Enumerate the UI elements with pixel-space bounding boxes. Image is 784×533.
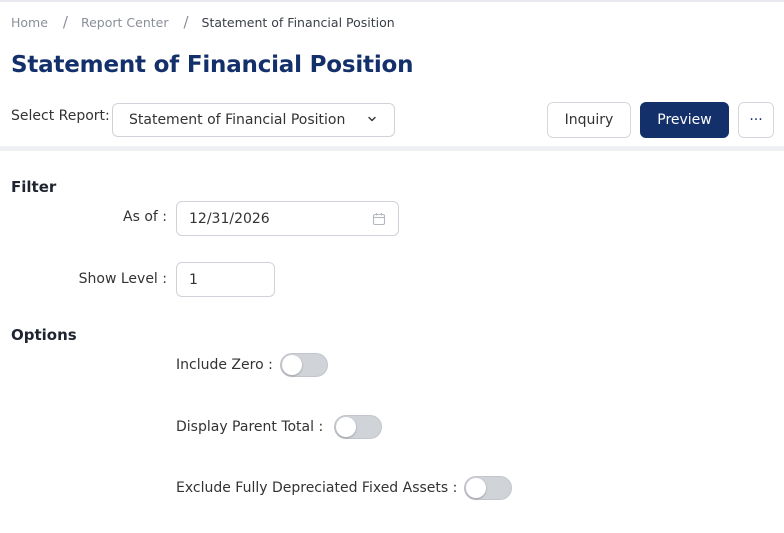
filter-section-title: Filter <box>11 178 57 196</box>
page-title: Statement of Financial Position <box>11 52 414 78</box>
breadcrumb: Home / Report Center / Statement of Fina… <box>11 13 395 31</box>
breadcrumb-separator: / <box>183 13 189 31</box>
chevron-down-icon <box>368 116 376 122</box>
select-report-label: Select Report: <box>11 108 110 124</box>
breadcrumb-current: Statement of Financial Position <box>201 14 395 30</box>
exclude-fixed-assets-toggle[interactable] <box>464 476 512 500</box>
as-of-date-input[interactable]: 12/31/2026 <box>176 201 399 236</box>
exclude-fixed-assets-label: Exclude Fully Depreciated Fixed Assets : <box>176 480 458 496</box>
inquiry-button[interactable]: Inquiry <box>547 102 631 138</box>
include-zero-label: Include Zero : <box>176 357 273 373</box>
display-parent-total-toggle[interactable] <box>334 415 382 439</box>
more-icon: ··· <box>749 112 763 128</box>
more-options-button[interactable]: ··· <box>738 102 774 138</box>
show-level-input[interactable]: 1 <box>176 262 275 297</box>
display-parent-total-label: Display Parent Total : <box>176 419 324 435</box>
breadcrumb-report-center[interactable]: Report Center <box>81 15 168 30</box>
as-of-label: As of : <box>123 209 167 225</box>
calendar-icon[interactable] <box>372 212 386 226</box>
as-of-date-value: 12/31/2026 <box>189 210 270 227</box>
show-level-value: 1 <box>189 271 198 288</box>
breadcrumb-home[interactable]: Home <box>11 15 48 30</box>
top-border <box>0 0 784 2</box>
report-select-value: Statement of Financial Position <box>129 112 346 128</box>
section-divider <box>0 146 784 151</box>
show-level-label: Show Level : <box>78 271 167 287</box>
breadcrumb-separator: / <box>62 13 68 31</box>
include-zero-toggle[interactable] <box>280 353 328 377</box>
toggle-knob <box>466 478 486 498</box>
report-select[interactable]: Statement of Financial Position <box>112 103 395 137</box>
preview-button[interactable]: Preview <box>640 102 729 138</box>
options-section-title: Options <box>11 326 77 344</box>
toggle-knob <box>282 355 302 375</box>
toggle-knob <box>336 417 356 437</box>
